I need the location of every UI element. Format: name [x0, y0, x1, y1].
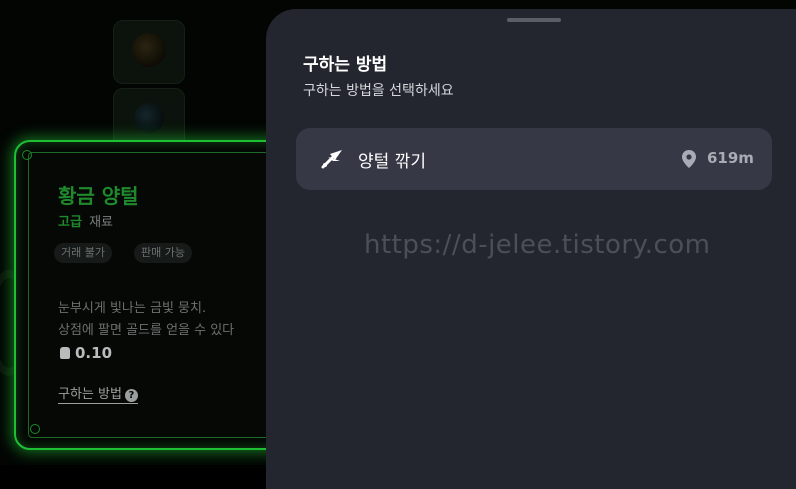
sheet-drag-handle[interactable]: [507, 18, 561, 22]
sheet-title: 구하는 방법: [303, 55, 388, 75]
item-description: 눈부시게 빛나는 금빛 뭉치. 상점에 팔면 골드를 얻을 수 있다: [58, 298, 234, 342]
method-item-shearing[interactable]: 양털 깎기 619m: [296, 128, 772, 190]
item-thumbnail: [113, 20, 185, 84]
item-category: 재료: [89, 215, 113, 230]
location-pin-icon: [682, 150, 696, 168]
acquire-method-link[interactable]: 구하는 방법?: [58, 383, 138, 404]
item-name: 황금 양털: [58, 184, 139, 208]
weight-value: 0.10: [75, 344, 113, 362]
card-corner-ornament: [22, 150, 32, 160]
item-grade: 고급: [58, 215, 82, 230]
acquire-method-sheet: 구하는 방법 구하는 방법을 선택하세요 양털 깎기 619m https://…: [266, 9, 796, 489]
shears-icon: [321, 150, 342, 169]
sheet-subtitle: 구하는 방법을 선택하세요: [303, 83, 454, 99]
method-label: 양털 깎기: [358, 152, 426, 172]
weight-icon: [60, 347, 70, 359]
description-line: 상점에 팔면 골드를 얻을 수 있다: [58, 323, 235, 338]
method-distance: 619m: [707, 149, 754, 167]
item-grade-row: 고급 재료: [58, 211, 113, 230]
card-corner-ornament: [30, 424, 40, 434]
tag-trade: 거래 불가: [54, 243, 112, 263]
watermark: https://d-jelee.tistory.com: [364, 230, 711, 260]
tag-sell: 판매 가능: [134, 243, 192, 263]
help-icon: ?: [124, 389, 138, 402]
description-line: 눈부시게 빛나는 금빛 뭉치.: [58, 301, 207, 316]
item-weight: 0.10: [60, 344, 112, 362]
acquire-link-label: 구하는 방법: [58, 387, 122, 402]
